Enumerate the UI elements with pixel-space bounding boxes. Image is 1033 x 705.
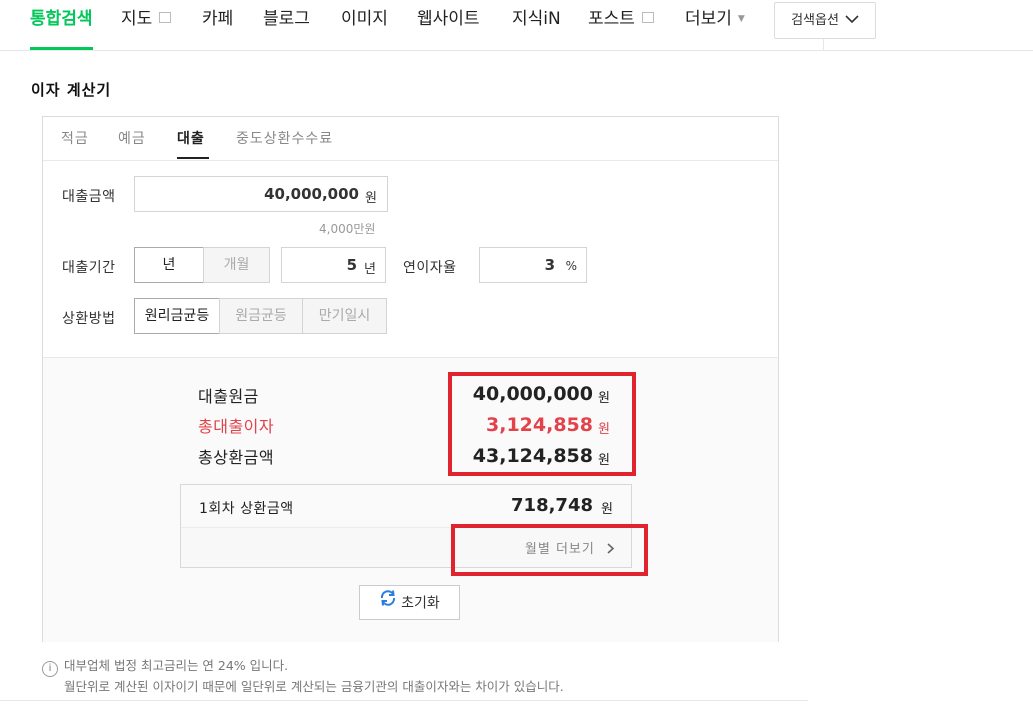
external-window-icon xyxy=(641,12,654,23)
loan-period-label: 대출기간 xyxy=(62,260,116,276)
notice: i 대부업체 법정 최고금리는 연 24% 입니다. 월단위로 계산된 이자이기 … xyxy=(42,656,564,697)
tab-loan[interactable]: 대출 xyxy=(177,128,205,148)
tab-kin[interactable]: 지식iN xyxy=(512,0,561,48)
tab-label: 지식iN xyxy=(512,9,561,29)
period-unit-year-button[interactable]: 년 xyxy=(134,247,204,283)
interest-calculator: 적금 예금 대출 중도상환수수료 대출금액 40,000,000 원 4,000… xyxy=(42,116,779,642)
tab-more[interactable]: 더보기 ▼ xyxy=(685,0,745,48)
installment-value: 718,748 xyxy=(511,495,593,516)
loan-amount-label: 대출금액 xyxy=(62,189,116,205)
highlight-box-monthly-more xyxy=(451,524,648,576)
reset-button[interactable]: 초기화 xyxy=(359,585,460,620)
tab-post[interactable]: 포스트 xyxy=(588,0,654,48)
tab-installment-savings[interactable]: 적금 xyxy=(61,128,89,148)
tab-label: 포스트 xyxy=(588,9,635,29)
method-equal-principal-button[interactable]: 원금균등 xyxy=(219,298,303,334)
repayment-method-label: 상환방법 xyxy=(62,311,116,327)
interest-rate-label: 연이자율 xyxy=(403,260,457,276)
total-interest-label: 총대출이자 xyxy=(198,417,275,436)
divider xyxy=(0,700,808,701)
search-options-label: 검색옵션 xyxy=(791,13,839,28)
calculator-tabs: 적금 예금 대출 중도상환수수료 xyxy=(43,117,778,161)
interest-rate-input[interactable]: 3 % xyxy=(479,247,587,283)
tab-image[interactable]: 이미지 xyxy=(341,0,388,48)
loan-amount-korean: 4,000만원 xyxy=(319,222,376,236)
search-tab-bar: 통합검색 지도 카페 블로그 이미지 웹사이트 지식iN 포스트 더보기 ▼ 검색… xyxy=(0,0,1033,51)
search-options-button[interactable]: 검색옵션 xyxy=(774,2,876,39)
loan-period-input[interactable]: 5 년 xyxy=(281,247,386,283)
installment-row: 1회차 상환금액 718,748 원 xyxy=(181,485,631,528)
tab-label: 통합검색 xyxy=(30,9,93,29)
tab-label: 카페 xyxy=(202,9,234,29)
loan-amount-value: 40,000,000 xyxy=(264,185,359,203)
tab-blog[interactable]: 블로그 xyxy=(263,0,310,48)
dropdown-triangle-icon: ▼ xyxy=(737,14,745,24)
loan-amount-input[interactable]: 40,000,000 원 xyxy=(134,176,388,212)
total-repayment-label: 총상환금액 xyxy=(198,448,275,467)
interest-rate-unit: % xyxy=(565,259,577,273)
installment-label: 1회차 상환금액 xyxy=(199,501,294,517)
tab-deposit[interactable]: 예금 xyxy=(118,128,146,148)
notice-line-2: 월단위로 계산된 이자이기 때문에 일단위로 계산되는 금융기관의 대출이자와는… xyxy=(64,679,564,694)
tab-integrated-search[interactable]: 통합검색 xyxy=(30,0,93,50)
tab-label: 웹사이트 xyxy=(417,9,480,29)
tab-label: 더보기 xyxy=(685,9,732,29)
method-equal-payment-button[interactable]: 원리금균등 xyxy=(134,298,220,334)
reset-label: 초기화 xyxy=(401,595,440,612)
external-window-icon xyxy=(159,12,172,23)
result-panel: 대출원금 40,000,000 원 총대출이자 3,124,858 원 총상환금… xyxy=(43,357,778,642)
loan-period-unit: 년 xyxy=(364,262,376,277)
divider xyxy=(823,39,824,51)
info-icon: i xyxy=(42,661,58,677)
installment-unit: 원 xyxy=(601,502,613,517)
tab-map[interactable]: 지도 xyxy=(121,0,172,48)
calculator-title: 이자 계산기 xyxy=(31,81,112,99)
loan-amount-unit: 원 xyxy=(365,191,377,206)
active-tab-indicator xyxy=(177,157,209,159)
loan-period-value: 5 xyxy=(346,256,357,274)
principal-label: 대출원금 xyxy=(198,387,259,406)
refresh-icon xyxy=(379,586,397,621)
tab-label: 지도 xyxy=(121,9,153,29)
highlight-box-results xyxy=(448,372,636,476)
tab-label: 이미지 xyxy=(341,9,388,29)
tab-cafe[interactable]: 카페 xyxy=(202,0,233,48)
tab-prepayment-fee[interactable]: 중도상환수수료 xyxy=(236,128,333,148)
tab-label: 블로그 xyxy=(263,9,310,29)
interest-rate-value: 3 xyxy=(544,256,555,274)
period-unit-month-button[interactable]: 개월 xyxy=(203,247,270,283)
notice-line-1: 대부업체 법정 최고금리는 연 24% 입니다. xyxy=(64,658,289,673)
chevron-down-icon xyxy=(845,3,859,38)
method-bullet-button[interactable]: 만기일시 xyxy=(302,298,387,334)
tab-website[interactable]: 웹사이트 xyxy=(417,0,480,48)
